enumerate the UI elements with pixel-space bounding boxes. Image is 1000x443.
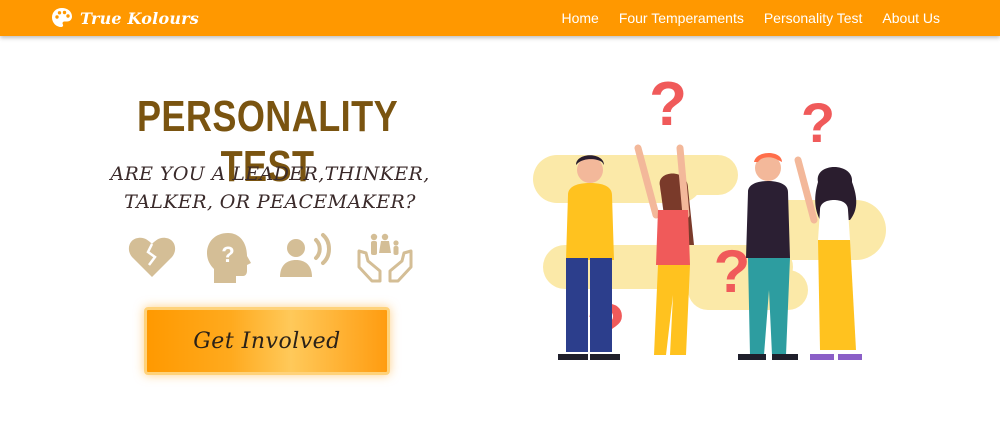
heart-icon <box>128 237 176 277</box>
svg-text:?: ? <box>649 70 687 139</box>
palette-icon <box>52 8 72 27</box>
subtitle-line-1: ARE YOU A LEADER,THINKER, <box>110 163 430 185</box>
hero-subtitle: ARE YOU A LEADER,THINKER, TALKER, OR PEA… <box>90 160 450 216</box>
head-question-icon: ? <box>207 233 251 283</box>
subtitle-line-2: TALKER, OR PEACEMAKER? <box>124 191 416 213</box>
nav-about-us-link[interactable]: About Us <box>882 10 940 26</box>
speaker-person-icon <box>280 233 331 277</box>
top-navbar: True Kolours Home Four Temperaments Pers… <box>0 0 1000 36</box>
brand-name: True Kolours <box>80 8 200 28</box>
get-involved-button[interactable]: Get Involved <box>144 307 390 375</box>
get-involved-label: Get Involved <box>193 328 341 354</box>
nav-home-link[interactable]: Home <box>561 10 598 26</box>
nav-personality-test-link[interactable]: Personality Test <box>764 10 863 26</box>
svg-text:?: ? <box>714 238 751 305</box>
temperament-icons: ? <box>126 231 416 287</box>
family-hands-icon <box>357 233 413 283</box>
svg-text:?: ? <box>801 91 835 154</box>
nav-four-temperaments-link[interactable]: Four Temperaments <box>619 10 744 26</box>
brand-logo[interactable]: True Kolours <box>50 5 199 31</box>
svg-text:?: ? <box>221 242 234 267</box>
nav-menu: Home Four Temperaments Personality Test … <box>541 0 940 36</box>
people-question-illustration: ? ? ? ? <box>533 70 886 362</box>
